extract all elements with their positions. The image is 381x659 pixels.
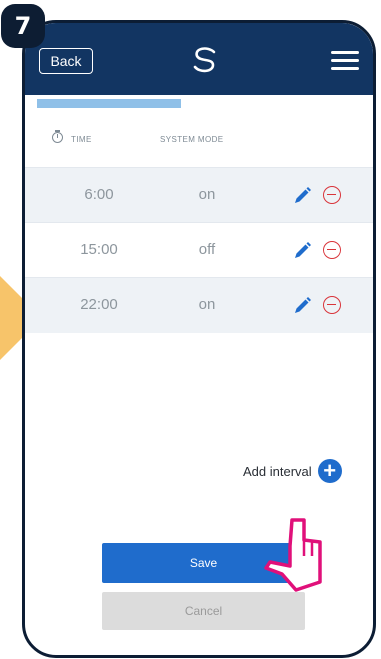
remove-interval-icon[interactable] xyxy=(323,186,341,204)
cancel-button[interactable]: Cancel xyxy=(102,592,305,630)
tap-hand-icon xyxy=(264,518,322,592)
clock-icon xyxy=(52,130,63,143)
pencil-edit-icon[interactable] xyxy=(291,185,313,207)
app-header: Back xyxy=(25,23,373,95)
column-header-time: TIME xyxy=(71,135,92,144)
remove-interval-icon[interactable] xyxy=(323,241,341,259)
add-interval-label: Add interval xyxy=(243,463,312,479)
schedule-row: 22:00 on xyxy=(25,277,373,333)
column-header-system-mode: SYSTEM MODE xyxy=(160,135,224,144)
interval-time: 15:00 xyxy=(80,241,118,258)
interval-mode: off xyxy=(198,241,216,258)
schedule-column-headers: TIME SYSTEM MODE xyxy=(25,125,373,155)
pencil-edit-icon[interactable] xyxy=(291,240,313,262)
scroll-indicator xyxy=(37,99,181,108)
hamburger-menu-icon[interactable] xyxy=(331,51,359,71)
interval-time: 6:00 xyxy=(84,186,114,203)
pencil-edit-icon[interactable] xyxy=(291,295,313,317)
plus-circle-icon[interactable]: + xyxy=(317,459,342,483)
remove-interval-icon[interactable] xyxy=(323,296,341,314)
add-interval-button[interactable]: Add interval + xyxy=(243,458,342,484)
back-button[interactable]: Back xyxy=(39,48,93,74)
brand-swirl-icon xyxy=(193,47,216,73)
interval-mode: on xyxy=(198,186,216,203)
step-number-badge: 7 xyxy=(1,4,45,48)
interval-mode: on xyxy=(198,296,216,313)
schedule-row: 15:00 off xyxy=(25,222,373,278)
interval-time: 22:00 xyxy=(80,296,118,313)
schedule-row: 6:00 on xyxy=(25,167,373,223)
